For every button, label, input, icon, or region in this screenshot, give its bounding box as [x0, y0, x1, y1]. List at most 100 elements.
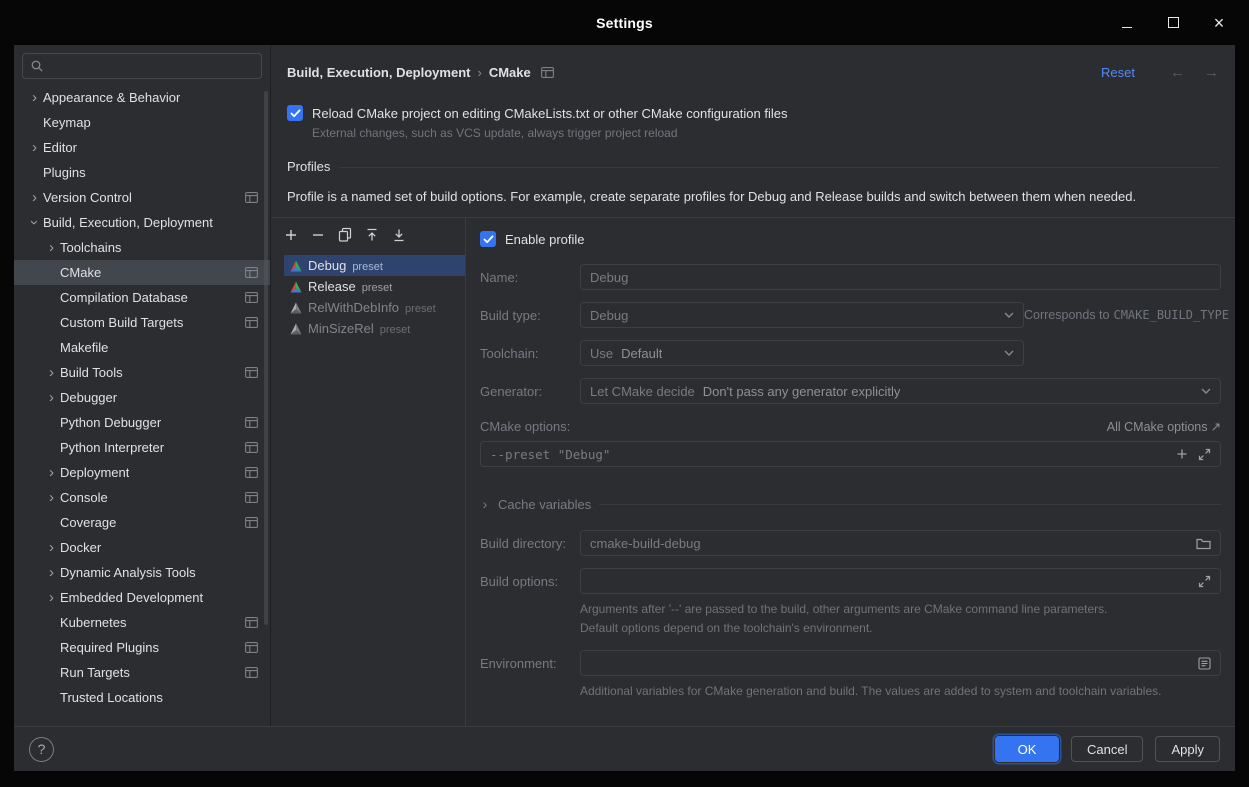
sidebar-item-run-targets[interactable]: Run Targets [14, 660, 270, 685]
sidebar-item-label: Custom Build Targets [60, 315, 183, 330]
settings-content: ›Appearance & BehaviorKeymap›EditorPlugi… [14, 45, 1235, 726]
sidebar-item-plugins[interactable]: Plugins [14, 160, 270, 185]
build-directory-row: Build directory: cmake-build-debug [480, 530, 1221, 556]
expand-icon[interactable] [1198, 575, 1211, 588]
sidebar-item-cmake[interactable]: CMake [14, 260, 270, 285]
build-options-input[interactable] [580, 568, 1221, 594]
sidebar-item-required-plugins[interactable]: Required Plugins [14, 635, 270, 660]
project-settings-icon [245, 617, 258, 628]
sidebar-scrollbar[interactable] [264, 91, 268, 625]
name-input[interactable]: Debug [580, 264, 1221, 290]
search-input[interactable] [49, 58, 254, 75]
tree-chevron-icon[interactable]: › [43, 365, 60, 380]
settings-dialog-body: ›Appearance & BehaviorKeymap›EditorPlugi… [14, 45, 1235, 771]
reset-link[interactable]: Reset [1101, 65, 1135, 80]
search-icon [30, 59, 44, 73]
profile-item-relwithdebinfo[interactable]: RelWithDebInfopreset [284, 297, 465, 318]
project-settings-icon [245, 467, 258, 478]
sidebar-item-custom-build-targets[interactable]: Custom Build Targets [14, 310, 270, 335]
name-label: Name: [480, 270, 580, 285]
sidebar-item-editor[interactable]: ›Editor [14, 135, 270, 160]
cache-variables-toggle[interactable]: › Cache variables [480, 496, 1221, 512]
sidebar-item-python-interpreter[interactable]: Python Interpreter [14, 435, 270, 460]
sidebar-item-label: Build, Execution, Deployment [43, 215, 213, 230]
back-arrow-icon[interactable]: ← [1170, 64, 1185, 81]
sidebar-item-compilation-database[interactable]: Compilation Database [14, 285, 270, 310]
tree-chevron-icon[interactable]: › [26, 90, 43, 105]
apply-button[interactable]: Apply [1155, 736, 1220, 762]
close-button[interactable]: × [1211, 15, 1227, 31]
build-options-field-icons [1190, 575, 1211, 588]
sidebar-item-console[interactable]: ›Console [14, 485, 270, 510]
sidebar-item-makefile[interactable]: Makefile [14, 335, 270, 360]
add-profile-button[interactable] [279, 224, 303, 246]
move-down-profile-button[interactable] [387, 224, 411, 246]
help-button[interactable]: ? [29, 737, 54, 762]
generator-select[interactable]: Let CMake decide Don't pass any generato… [580, 378, 1221, 404]
all-cmake-options-link-text: All CMake options [1107, 420, 1208, 434]
tree-chevron-icon[interactable]: › [26, 190, 43, 205]
cancel-button[interactable]: Cancel [1071, 736, 1143, 762]
sidebar-item-dynamic-analysis-tools[interactable]: ›Dynamic Analysis Tools [14, 560, 270, 585]
sidebar-item-coverage[interactable]: Coverage [14, 510, 270, 535]
expand-icon[interactable] [1198, 448, 1211, 461]
profile-item-release[interactable]: Releasepreset [284, 276, 465, 297]
sidebar-item-appearance-behavior[interactable]: ›Appearance & Behavior [14, 85, 270, 110]
minimize-button[interactable] [1119, 15, 1135, 31]
sidebar-item-keymap[interactable]: Keymap [14, 110, 270, 135]
build-directory-input[interactable]: cmake-build-debug [580, 530, 1221, 556]
tree-chevron-icon[interactable]: › [43, 490, 60, 505]
project-settings-icon [245, 417, 258, 428]
enable-profile-checkbox[interactable] [480, 231, 496, 247]
copy-profile-button[interactable] [333, 224, 357, 246]
toolchain-select[interactable]: Use Default [580, 340, 1024, 366]
reload-checkbox[interactable] [287, 105, 303, 121]
sidebar-item-debugger[interactable]: ›Debugger [14, 385, 270, 410]
toolchain-row: Toolchain: Use Default [480, 340, 1221, 366]
tree-chevron-icon[interactable]: › [43, 565, 60, 580]
project-settings-icon [245, 492, 258, 503]
sidebar-item-label: Dynamic Analysis Tools [60, 565, 196, 580]
sidebar-item-python-debugger[interactable]: Python Debugger [14, 410, 270, 435]
sidebar-item-docker[interactable]: ›Docker [14, 535, 270, 560]
environment-variables-icon[interactable] [1198, 657, 1211, 670]
sidebar-item-toolchains[interactable]: ›Toolchains [14, 235, 270, 260]
sidebar-item-trusted-locations[interactable]: Trusted Locations [14, 685, 270, 710]
tree-chevron-icon[interactable]: › [43, 240, 60, 255]
sidebar-item-embedded-development[interactable]: ›Embedded Development [14, 585, 270, 610]
move-up-profile-button[interactable] [360, 224, 384, 246]
tree-chevron-icon[interactable]: › [26, 140, 43, 155]
cache-variables-divider [599, 504, 1221, 505]
environment-input[interactable] [580, 650, 1221, 676]
folder-icon[interactable] [1196, 537, 1211, 550]
all-cmake-options-link[interactable]: All CMake options ↗ [1107, 419, 1221, 434]
search-field[interactable] [22, 53, 262, 79]
profile-item-debug[interactable]: Debugpreset [284, 255, 465, 276]
sidebar-item-label: Kubernetes [60, 615, 127, 630]
tree-chevron-icon[interactable]: › [43, 465, 60, 480]
ok-button[interactable]: OK [995, 736, 1059, 762]
cache-variables-label: Cache variables [498, 497, 591, 512]
tree-chevron-icon[interactable]: › [27, 214, 42, 231]
forward-arrow-icon[interactable]: → [1204, 64, 1219, 81]
sidebar-item-build-tools[interactable]: ›Build Tools [14, 360, 270, 385]
plus-icon[interactable] [1176, 448, 1188, 460]
profiles-toolbar [271, 218, 465, 251]
cmake-options-input[interactable]: --preset "Debug" [480, 441, 1221, 467]
breadcrumb-current[interactable]: CMake [489, 65, 531, 80]
breadcrumb-root[interactable]: Build, Execution, Deployment [287, 65, 470, 80]
tree-chevron-icon[interactable]: › [43, 540, 60, 555]
sidebar-item-deployment[interactable]: ›Deployment [14, 460, 270, 485]
sidebar-item-version-control[interactable]: ›Version Control [14, 185, 270, 210]
sidebar-item-kubernetes[interactable]: Kubernetes [14, 610, 270, 635]
sidebar-item-build-execution-deployment[interactable]: ›Build, Execution, Deployment [14, 210, 270, 235]
build-type-select[interactable]: Debug [580, 302, 1024, 328]
environment-hint: Additional variables for CMake generatio… [580, 682, 1221, 701]
profile-name: RelWithDebInfo [308, 300, 399, 315]
maximize-button[interactable] [1165, 15, 1181, 31]
remove-profile-button[interactable] [306, 224, 330, 246]
tree-chevron-icon[interactable]: › [43, 590, 60, 605]
profile-item-minsizerel[interactable]: MinSizeRelpreset [284, 318, 465, 339]
tree-chevron-icon[interactable]: › [43, 390, 60, 405]
build-options-hint-line2: Default options depend on the toolchain'… [580, 619, 1221, 638]
